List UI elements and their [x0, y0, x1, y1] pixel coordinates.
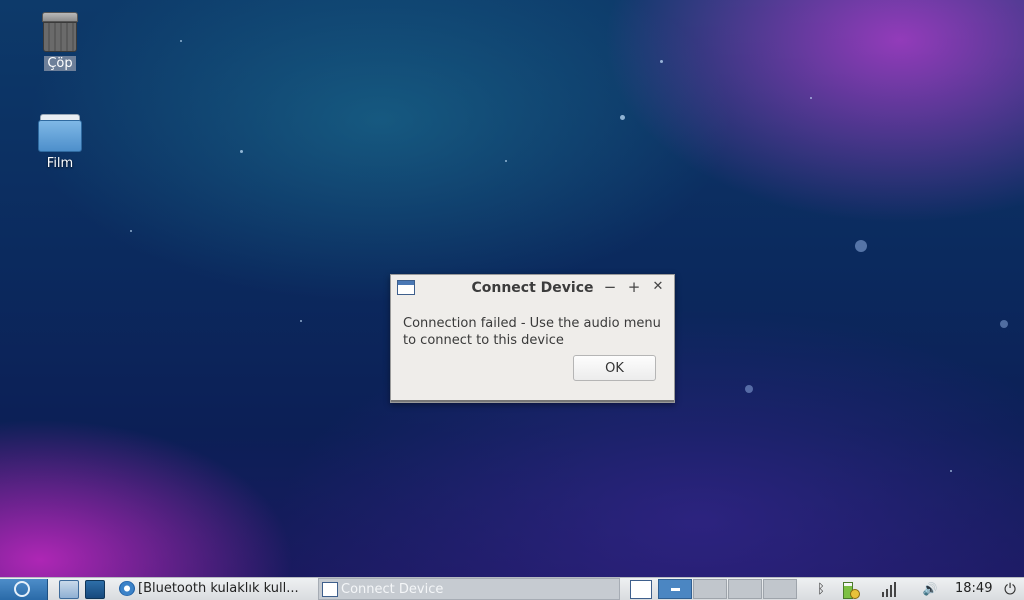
star: [855, 240, 867, 252]
star: [240, 150, 243, 153]
desktop-background: Çöp Film Connect Device − + ✕ Connection…: [0, 0, 1024, 577]
chromium-browser-icon: [119, 581, 135, 596]
power-icon[interactable]: ⏻: [1002, 581, 1018, 598]
task-label: Connect Device: [341, 582, 444, 597]
folder-icon: [38, 112, 82, 152]
star: [810, 97, 812, 99]
network-signal-icon[interactable]: [880, 581, 896, 598]
maximize-button[interactable]: +: [625, 278, 643, 296]
desktop-pager-4[interactable]: [763, 579, 797, 599]
file-manager-launcher-icon[interactable]: [59, 580, 79, 599]
minimize-button[interactable]: −: [601, 278, 619, 296]
bluetooth-icon[interactable]: ᛒ: [813, 581, 829, 598]
taskbar: [Bluetooth kulaklık kull... Connect Devi…: [0, 577, 1024, 600]
battery-icon[interactable]: [840, 581, 860, 599]
desktop-pager-3[interactable]: [728, 579, 762, 599]
desktop-icon-label: Çöp: [44, 56, 76, 71]
close-button[interactable]: ✕: [649, 278, 667, 296]
star: [950, 470, 952, 472]
desktop-pager-1[interactable]: [658, 579, 692, 599]
trash-icon: [42, 12, 78, 52]
star: [1000, 320, 1008, 328]
start-menu-button[interactable]: [0, 579, 48, 600]
star: [505, 160, 507, 162]
dialog-titlebar[interactable]: Connect Device − + ✕: [391, 275, 674, 301]
window-list-icon[interactable]: [630, 580, 652, 599]
task-connect-device[interactable]: Connect Device: [318, 578, 620, 600]
ok-button[interactable]: OK: [573, 355, 656, 381]
connect-device-dialog: Connect Device − + ✕ Connection failed -…: [390, 274, 675, 403]
desktop-icon-label: Film: [46, 156, 74, 171]
task-bluetooth-headphones[interactable]: [Bluetooth kulaklık kull...: [116, 578, 316, 600]
star: [130, 230, 132, 232]
task-label: [Bluetooth kulaklık kull...: [138, 581, 299, 596]
desktop-icon-trash[interactable]: Çöp: [30, 12, 90, 71]
desktop-icon-film-folder[interactable]: Film: [30, 112, 90, 171]
star: [620, 115, 625, 120]
dialog-bottom-border: [391, 400, 674, 402]
star: [660, 60, 663, 63]
show-desktop-launcher-icon[interactable]: [85, 580, 105, 599]
star: [745, 385, 753, 393]
desktop-pager-2[interactable]: [693, 579, 727, 599]
lubuntu-logo-icon: [14, 581, 30, 597]
star: [300, 320, 302, 322]
dialog-message: Connection failed - Use the audio menu t…: [403, 316, 661, 348]
window-icon: [322, 582, 338, 597]
star: [180, 40, 182, 42]
volume-icon[interactable]: 🔊: [920, 581, 940, 598]
clock[interactable]: 18:49: [955, 581, 992, 596]
